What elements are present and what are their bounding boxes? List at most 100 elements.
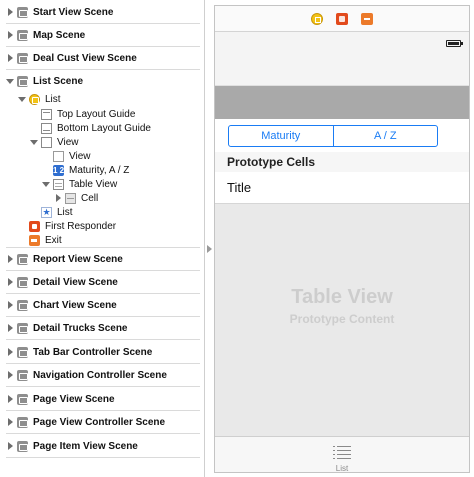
scene-label: Detail View Scene xyxy=(33,276,118,288)
disclosure-triangle-icon[interactable] xyxy=(6,31,14,39)
disclosure-triangle-icon[interactable] xyxy=(6,301,14,309)
scene-icon xyxy=(17,253,28,265)
scene-row-map[interactable]: Map Scene xyxy=(6,25,85,45)
divider xyxy=(6,270,200,271)
scene-label: Deal Cust View Scene xyxy=(33,52,137,64)
prototype-cell[interactable]: Title xyxy=(215,172,469,204)
sort-segmented-control[interactable]: Maturity A / Z xyxy=(228,125,438,147)
disclosure-triangle-icon[interactable] xyxy=(6,395,14,403)
tab-bar-item-label[interactable]: List xyxy=(215,464,469,472)
collapse-arrow-icon[interactable] xyxy=(207,245,212,253)
scene-icon xyxy=(17,369,28,381)
scene-icon xyxy=(17,276,28,288)
scene-label: Tab Bar Controller Scene xyxy=(33,346,153,358)
scene-icon xyxy=(17,29,28,41)
scene-icon xyxy=(17,299,28,311)
scene-row-list[interactable]: List Scene xyxy=(6,71,83,91)
status-bar xyxy=(215,32,469,52)
scene-row-deal-cust-view[interactable]: Deal Cust View Scene xyxy=(6,48,137,68)
scene-icon xyxy=(17,75,28,87)
scene-row-navigation-controller[interactable]: Navigation Controller Scene xyxy=(6,365,167,385)
divider xyxy=(6,339,200,340)
view-controller-icon[interactable] xyxy=(311,12,323,25)
scene-label: Page View Controller Scene xyxy=(33,416,166,428)
view-controller-icon xyxy=(29,93,40,105)
disclosure-triangle-icon[interactable] xyxy=(54,194,62,202)
divider xyxy=(6,23,200,24)
scene-row-page-view-controller[interactable]: Page View Controller Scene xyxy=(6,412,165,432)
divider xyxy=(6,316,200,317)
disclosure-triangle-icon[interactable] xyxy=(6,278,14,286)
scene-icon xyxy=(17,52,28,64)
table-view[interactable]: Table View Prototype Content xyxy=(215,204,469,436)
segmented-control-container: Maturity A / Z xyxy=(215,119,469,152)
segment-maturity[interactable]: Maturity xyxy=(229,126,333,146)
scene-dock xyxy=(215,6,469,32)
disclosure-triangle-icon[interactable] xyxy=(42,180,50,188)
scene-row-start-view[interactable]: Start View Scene xyxy=(6,2,113,22)
divider xyxy=(6,457,200,458)
disclosure-triangle-icon[interactable] xyxy=(6,348,14,356)
outline-item-label: Exit xyxy=(45,234,62,246)
scene-icon xyxy=(17,6,28,18)
exit-icon[interactable] xyxy=(361,12,373,25)
scene-label: Detail Trucks Scene xyxy=(33,322,128,334)
scene-label: Page Item View Scene xyxy=(33,440,138,452)
document-outline: Start View Scene Map Scene Deal Cust Vie… xyxy=(0,0,204,477)
divider xyxy=(6,69,200,70)
table-view-placeholder-title: Table View xyxy=(291,286,393,308)
list-icon[interactable] xyxy=(333,445,351,459)
divider xyxy=(6,363,200,364)
scene-icon xyxy=(17,440,28,452)
disclosure-triangle-icon[interactable] xyxy=(6,8,14,16)
scene-label: Start View Scene xyxy=(33,6,114,18)
disclosure-triangle-icon[interactable] xyxy=(6,418,14,426)
disclosure-triangle-icon[interactable] xyxy=(6,442,14,450)
disclosure-triangle-icon[interactable] xyxy=(6,77,14,85)
divider xyxy=(6,293,200,294)
storyboard-canvas[interactable]: Maturity A / Z Prototype Cells Title Tab… xyxy=(214,0,474,477)
disclosure-triangle-icon[interactable] xyxy=(6,371,14,379)
disclosure-triangle-icon[interactable] xyxy=(6,324,14,332)
disclosure-triangle-icon[interactable] xyxy=(30,138,38,146)
scene-label: Map Scene xyxy=(33,29,86,41)
scene-icon xyxy=(17,393,28,405)
divider xyxy=(6,247,200,248)
scene-icon xyxy=(17,322,28,334)
tab-bar: List xyxy=(215,436,469,472)
disclosure-triangle-icon[interactable] xyxy=(6,54,14,62)
scene-row-page-view[interactable]: Page View Scene xyxy=(6,389,115,409)
scene-view-controller[interactable]: Maturity A / Z Prototype Cells Title Tab… xyxy=(214,5,470,473)
scene-row-page-item-view[interactable]: Page Item View Scene xyxy=(6,436,138,456)
battery-icon xyxy=(446,40,463,47)
scene-row-chart-view[interactable]: Chart View Scene xyxy=(6,295,117,315)
disclosure-triangle-icon[interactable] xyxy=(18,95,26,103)
segment-a-z[interactable]: A / Z xyxy=(332,126,438,146)
scene-icon xyxy=(17,346,28,358)
scene-label: Navigation Controller Scene xyxy=(33,369,167,381)
scene-row-detail-trucks[interactable]: Detail Trucks Scene xyxy=(6,318,128,338)
prototype-cells-header: Prototype Cells xyxy=(215,152,469,172)
scene-label: Report View Scene xyxy=(33,253,123,265)
cell-title-label: Title xyxy=(227,180,252,195)
divider xyxy=(6,386,200,387)
header-view[interactable] xyxy=(215,86,469,119)
table-view-placeholder-subtitle: Prototype Content xyxy=(289,312,395,326)
scene-row-detail-view[interactable]: Detail View Scene xyxy=(6,272,118,292)
navigation-bar xyxy=(215,52,469,86)
pane-splitter[interactable] xyxy=(204,0,214,477)
outline-item-label: Cell xyxy=(81,192,99,204)
scene-label: List Scene xyxy=(33,75,84,87)
scene-row-report-view[interactable]: Report View Scene xyxy=(6,249,123,269)
scene-label: Chart View Scene xyxy=(33,299,117,311)
scene-row-tab-bar-controller[interactable]: Tab Bar Controller Scene xyxy=(6,342,152,362)
scene-label: Page View Scene xyxy=(33,393,115,405)
first-responder-icon[interactable] xyxy=(336,12,348,25)
disclosure-triangle-icon[interactable] xyxy=(6,255,14,263)
outline-item-label: List xyxy=(45,93,61,105)
divider xyxy=(6,46,200,47)
divider xyxy=(6,433,200,434)
exit-icon xyxy=(29,234,40,246)
divider xyxy=(6,410,200,411)
scene-icon xyxy=(17,416,28,428)
